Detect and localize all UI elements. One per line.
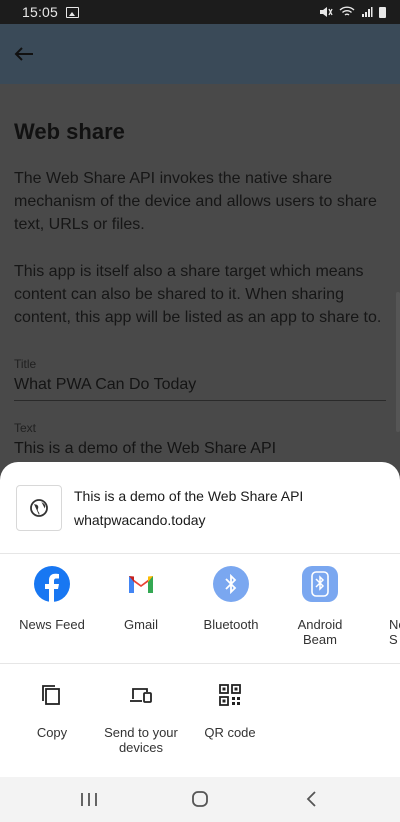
send-to-devices-action[interactable]: Send to your devices <box>91 682 191 755</box>
share-app-gmail[interactable]: Gmail <box>96 566 186 632</box>
navigation-bar <box>0 777 400 822</box>
bluetooth-icon <box>388 566 400 602</box>
share-app-label: Ne S <box>366 617 400 647</box>
share-app-label-line2: Beam <box>303 632 337 647</box>
send-to-devices-label-line1: Send to your <box>104 725 178 740</box>
share-target-paragraph: This app is itself also a share target w… <box>14 263 382 326</box>
text-field[interactable]: Text This is a demo of the Web Share API <box>14 421 386 458</box>
page-content: Web share The Web Share API invokes the … <box>0 84 400 484</box>
share-app-label: Gmail <box>124 617 158 632</box>
share-app-label: Bluetooth <box>203 617 259 632</box>
share-app-label-line2: S <box>389 632 398 647</box>
page-title: Web share <box>14 119 125 144</box>
gmail-icon <box>123 566 159 602</box>
share-apps-row: News Feed Gmail Bluetooth Android Beam N… <box>0 554 400 664</box>
status-icons <box>319 6 386 18</box>
title-field-value[interactable]: What PWA Can Do Today <box>14 376 386 394</box>
copy-icon <box>42 685 60 705</box>
facebook-icon <box>34 566 70 602</box>
gallery-icon <box>66 6 80 18</box>
back-arrow-icon[interactable] <box>14 46 34 62</box>
preview-url: whatpwacando.today <box>74 511 206 528</box>
share-app-label-line1: Android <box>297 617 343 632</box>
mute-icon <box>320 7 333 17</box>
copy-label: Copy <box>36 725 68 740</box>
title-field-label: Title <box>14 357 37 371</box>
qr-code-action[interactable]: QR code <box>180 682 280 740</box>
status-time: 15:05 <box>22 4 59 20</box>
share-sheet: This is a demo of the Web Share API what… <box>0 462 400 777</box>
share-preview: This is a demo of the Web Share API what… <box>0 462 400 554</box>
recents-icon[interactable] <box>80 789 98 809</box>
share-app-partial[interactable]: Ne S <box>366 566 400 647</box>
globe-icon <box>30 498 48 517</box>
signal-icon <box>362 7 373 17</box>
share-actions-row: Copy Send to your devices QR code <box>0 664 400 776</box>
home-icon[interactable] <box>191 789 209 809</box>
battery-icon <box>379 6 386 18</box>
bluetooth-icon <box>302 566 338 602</box>
qr-code-icon <box>219 684 241 706</box>
share-app-android-beam[interactable]: Android Beam <box>275 566 365 647</box>
preview-thumbnail <box>16 484 62 531</box>
app-bar <box>0 24 400 84</box>
status-bar: 15:05 <box>0 0 400 24</box>
preview-text: This is a demo of the Web Share API what… <box>74 484 303 532</box>
title-field[interactable]: Title What PWA Can Do Today <box>14 357 386 401</box>
send-to-devices-label: Send to your devices <box>91 725 191 755</box>
preview-title: This is a demo of the Web Share API <box>74 487 304 504</box>
wifi-icon <box>339 6 355 16</box>
share-app-label: Android Beam <box>275 617 365 647</box>
share-app-news-feed[interactable]: News Feed <box>7 566 97 632</box>
send-to-devices-label-line2: devices <box>118 740 164 755</box>
back-icon[interactable] <box>305 789 319 809</box>
text-field-label: Text <box>14 421 37 435</box>
devices-icon <box>130 688 152 703</box>
copy-action[interactable]: Copy <box>2 682 102 740</box>
qr-code-label: QR code <box>204 725 256 740</box>
intro-paragraph: The Web Share API invokes the native sha… <box>14 170 377 233</box>
text-field-value[interactable]: This is a demo of the Web Share API <box>14 440 386 458</box>
scrollbar-thumb[interactable] <box>396 292 400 432</box>
share-app-label: News Feed <box>19 617 85 632</box>
bluetooth-icon <box>213 566 249 602</box>
share-app-bluetooth[interactable]: Bluetooth <box>186 566 276 632</box>
share-app-label-line1: Ne <box>389 617 400 632</box>
